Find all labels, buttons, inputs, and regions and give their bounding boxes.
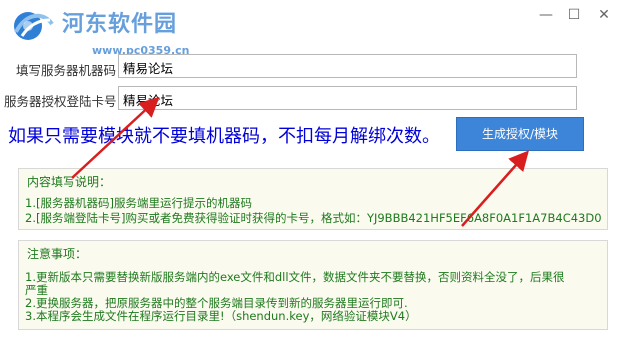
- machine-code-input[interactable]: 精易论坛: [118, 54, 577, 78]
- caution-line: 1.更新版本只需要替换新版服务端内的exe文件和dll文件，数据文件夹不要替换，…: [25, 270, 565, 284]
- watermark-title: 河东软件园: [62, 11, 178, 37]
- auth-card-input[interactable]: 精易论坛: [118, 86, 577, 110]
- app-logo-icon: [14, 12, 54, 40]
- caution-line: 3.本程序会生成文件在程序运行目录里!（shendun.key，网络验证模块V4…: [25, 309, 417, 323]
- instructions-panel: 内容填写说明： 1.[服务器机器码]服务端里运行提示的机器码 2.[服务端登陆卡…: [18, 168, 608, 230]
- cautions-panel: 注意事项： 1.更新版本只需要替换新版服务端内的exe文件和dll文件，数据文件…: [18, 240, 608, 330]
- cautions-title: 注意事项：: [27, 247, 88, 261]
- auth-card-label: 服务器授权登陆卡号：: [4, 94, 130, 109]
- instruction-line: 1.[服务器机器码]服务端里运行提示的机器码: [25, 196, 252, 210]
- maximize-button[interactable]: ☐: [560, 4, 588, 26]
- close-button[interactable]: ✕: [590, 4, 618, 26]
- machine-code-label: 填写服务器机器码：: [16, 63, 129, 78]
- generate-auth-module-button[interactable]: 生成授权/模块: [456, 117, 584, 151]
- module-only-notice: 如果只需要模块就不要填机器码，不扣每月解绑次数。: [8, 126, 440, 147]
- title-bar: 河东软件园 — ☐ ✕: [0, 0, 618, 40]
- instructions-title: 内容填写说明：: [27, 175, 112, 189]
- instruction-line: 2.[服务端登陆卡号]购买或者免费获得验证时获得的卡号，格式如：YJ9BBB42…: [25, 211, 602, 225]
- minimize-button[interactable]: —: [532, 4, 560, 26]
